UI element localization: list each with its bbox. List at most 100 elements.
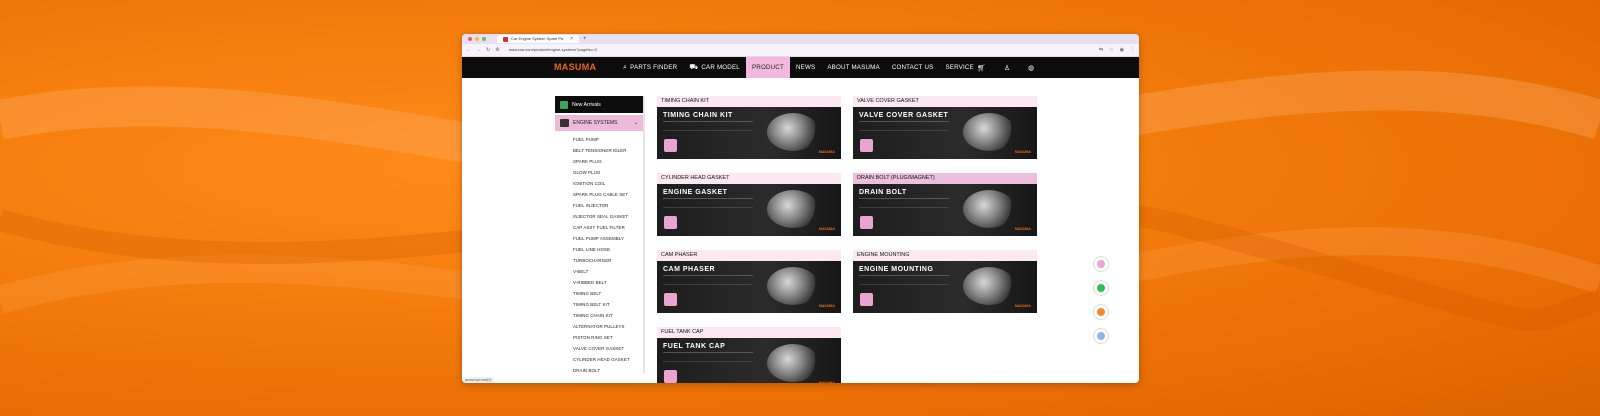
product-card[interactable]: CAM PHASER CAM PHASER MASUMA (657, 250, 841, 313)
menu-product[interactable]: PRODUCT (745, 57, 790, 78)
sidebar-item[interactable]: FUEL PUMP (573, 134, 643, 145)
product-banner-image[interactable]: FUEL TANK CAP MASUMA (657, 338, 841, 383)
sidebar-item[interactable]: TIMING BELT KIT (573, 299, 643, 310)
banner-title: ENGINE GASKET (663, 189, 728, 196)
product-card[interactable]: VALVE COVER GASKET VALVE COVER GASKET MASU… (853, 96, 1037, 159)
sidebar-item[interactable]: CAP ASSY FUEL FILTER (573, 222, 643, 233)
whatsapp-button[interactable] (1093, 280, 1109, 296)
browser-menu-icon[interactable]: ⋮ (1130, 47, 1135, 53)
banner-brand: MASUMA (818, 227, 835, 231)
reload-icon[interactable]: ↻ (486, 47, 490, 53)
menu-parts-finder[interactable]: ⌕ PARTS FINDER (617, 57, 683, 78)
engine-icon (560, 119, 569, 127)
site-info-icon[interactable]: ⚙ (495, 47, 499, 53)
sidebar-item[interactable]: CYLINDER HEAD GASKET (573, 354, 643, 365)
tab-close-icon[interactable]: × (570, 35, 573, 43)
support-button[interactable] (1093, 328, 1109, 344)
chat-button[interactable] (1093, 304, 1109, 320)
cart-icon[interactable]: 🛒︎ (977, 64, 986, 72)
banner-brand: MASUMA (1014, 227, 1031, 231)
window-minimize-dot[interactable] (475, 37, 479, 41)
product-banner-image[interactable]: DRAIN BOLT MASUMA (853, 184, 1037, 236)
sidebar-item[interactable]: TIMING BELT (573, 288, 643, 299)
product-card-title[interactable]: DRAIN BOLT (PLUG/MAGNET) (853, 173, 1037, 184)
url-input[interactable]: masuma.com/product/engine-systems?pageNo… (505, 46, 1094, 54)
product-card[interactable]: DRAIN BOLT (PLUG/MAGNET) DRAIN BOLT MASUMA (853, 173, 1037, 236)
chat-icon (1097, 308, 1105, 316)
certification-badge-icon (860, 139, 873, 152)
window-close-dot[interactable] (468, 37, 472, 41)
sidebar-item[interactable]: GLOW PLUG (573, 167, 643, 178)
sidebar-item[interactable]: V-BELT (573, 266, 643, 277)
page-content: New Arrivals ENGINE SYSTEMS ⌄ FUEL PUMP B… (462, 78, 1139, 383)
product-card-title[interactable]: VALVE COVER GASKET (853, 96, 1037, 107)
banner-description-lines (663, 121, 753, 131)
address-bar: ← → ↻ ⚙ masuma.com/product/engine-system… (462, 44, 1139, 57)
menu-about-masuma[interactable]: ABOUT MASUMA (821, 57, 885, 78)
profile-icon[interactable]: ◉ (1120, 47, 1124, 53)
browser-tab[interactable]: Car Engine System Spare Pa × (497, 35, 579, 43)
banner-title: CAM PHASER (663, 266, 716, 273)
product-photo (963, 190, 1015, 228)
banner-brand: MASUMA (1014, 150, 1031, 154)
new-tab-button[interactable]: + (583, 36, 587, 42)
product-card-title[interactable]: CAM PHASER (657, 250, 841, 261)
sidebar-item[interactable]: TIMING CHAIN KIT (573, 310, 643, 321)
forward-icon[interactable]: → (476, 47, 481, 53)
user-icon[interactable]: ♙ (1004, 64, 1010, 72)
globe-icon[interactable]: ◍ (1028, 64, 1034, 72)
sidebar-item[interactable]: ALTERNATOR PULLEYS (573, 321, 643, 332)
sidebar-item[interactable]: SPARK PLUG CABLE SET (573, 189, 643, 200)
product-banner-image[interactable]: TIMING CHAIN KIT MASUMA (657, 107, 841, 159)
product-photo (767, 190, 819, 228)
back-icon[interactable]: ← (466, 47, 471, 53)
menu-contact-us[interactable]: CONTACT US (886, 57, 940, 78)
menu-service[interactable]: SERVICE (939, 57, 979, 78)
product-card-title[interactable]: ENGINE MOUNTING (853, 250, 1037, 261)
product-card[interactable]: FUEL TANK CAP FUEL TANK CAP MASUMA (657, 327, 841, 383)
tab-title: Car Engine System Spare Pa (511, 36, 564, 41)
product-card[interactable]: TIMING CHAIN KIT TIMING CHAIN KIT MASUMA (657, 96, 841, 159)
window-maximize-dot[interactable] (482, 37, 486, 41)
banner-brand: MASUMA (818, 304, 835, 308)
translate-icon[interactable]: ⇆ (1099, 47, 1103, 53)
product-banner-image[interactable]: VALVE COVER GASKET MASUMA (853, 107, 1037, 159)
sidebar-item[interactable]: BELT TENSIONER IDLER (573, 145, 643, 156)
product-card[interactable]: ENGINE MOUNTING ENGINE MOUNTING MASUMA (853, 250, 1037, 313)
product-banner-image[interactable]: ENGINE GASKET MASUMA (657, 184, 841, 236)
menu-news[interactable]: NEWS (790, 57, 821, 78)
bookmark-star-icon[interactable]: ☆ (1109, 47, 1113, 53)
product-card[interactable]: CYLINDER HEAD GASKET ENGINE GASKET MASUMA (657, 173, 841, 236)
sidebar-item[interactable]: DRAIN BOLT (573, 365, 643, 373)
menu-car-model[interactable]: ⛟ CAR MODEL (683, 57, 746, 78)
banner-description-lines (859, 198, 949, 208)
banner-title: DRAIN BOLT (859, 189, 907, 196)
product-card-title[interactable]: TIMING CHAIN KIT (657, 96, 841, 107)
favicon-icon (503, 36, 508, 42)
sidebar-category-engine-systems[interactable]: ENGINE SYSTEMS ⌄ (555, 115, 643, 131)
certification-badge-icon (664, 216, 677, 229)
sidebar-subcategory-list: FUEL PUMP BELT TENSIONER IDLER SPARK PLUG G… (555, 131, 643, 373)
product-card-title[interactable]: FUEL TANK CAP (657, 327, 841, 338)
sidebar-item[interactable]: VALVE COVER GASKET (573, 343, 643, 354)
email-button[interactable] (1093, 256, 1109, 272)
sidebar-item[interactable]: SPARK PLUG (573, 156, 643, 167)
sidebar-item[interactable]: IGNITION COIL (573, 178, 643, 189)
sidebar-item[interactable]: V-RIBBED BELT (573, 277, 643, 288)
product-banner-image[interactable]: ENGINE MOUNTING MASUMA (853, 261, 1037, 313)
sidebar-item[interactable]: FUEL PUMP ASSEMBLY (573, 233, 643, 244)
product-banner-image[interactable]: CAM PHASER MASUMA (657, 261, 841, 313)
email-icon (1097, 260, 1105, 268)
sidebar-item[interactable]: INJECTOR SEAL GASKET (573, 211, 643, 222)
sidebar-item[interactable]: FUEL INJECTOR (573, 200, 643, 211)
masuma-logo[interactable]: MASUMA (554, 62, 596, 72)
sidebar-new-arrivals[interactable]: New Arrivals (555, 96, 643, 113)
sidebar-item[interactable]: TURBOCHARGER (573, 255, 643, 266)
sidebar-item[interactable]: FUEL LINE HOSE (573, 244, 643, 255)
chevron-down-icon: ⌄ (633, 120, 638, 126)
sidebar-item[interactable]: PISTON RING SET (573, 332, 643, 343)
banner-description-lines (663, 275, 753, 285)
product-photo (963, 113, 1015, 151)
product-card-title[interactable]: CYLINDER HEAD GASKET (657, 173, 841, 184)
car-icon: ⛟ (689, 64, 699, 71)
